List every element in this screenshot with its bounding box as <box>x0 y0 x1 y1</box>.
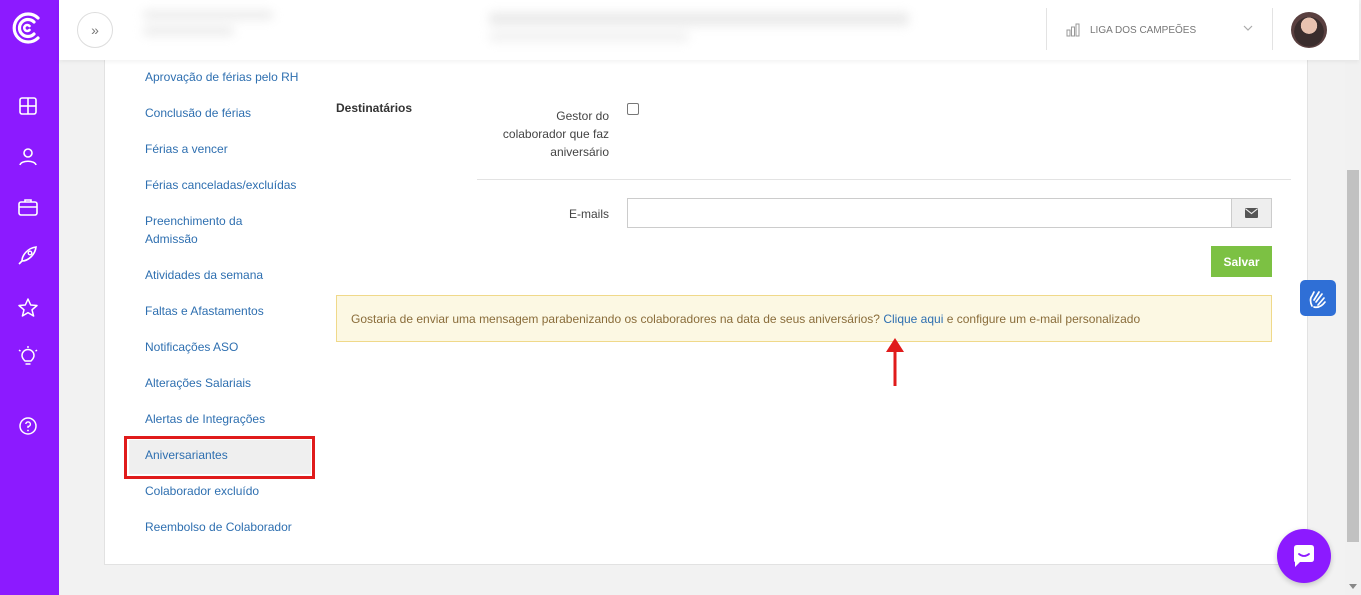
help-icon[interactable] <box>16 414 40 438</box>
expand-sidebar-button[interactable]: » <box>77 12 113 48</box>
save-button[interactable]: Salvar <box>1211 246 1272 277</box>
emails-input[interactable] <box>627 198 1232 228</box>
briefcase-icon[interactable] <box>16 195 40 219</box>
email-addon[interactable] <box>1231 198 1272 228</box>
alert-text-end: e configure um e-mail personalizado <box>943 312 1141 326</box>
menu-item-colaborador-excluido[interactable]: Colaborador excluído <box>145 482 259 500</box>
configure-email-link[interactable]: Clique aqui <box>883 312 943 326</box>
topbar-divider <box>1046 8 1047 50</box>
recipients-section-label: Destinatários <box>336 101 413 115</box>
rocket-icon[interactable] <box>16 243 40 267</box>
company-name: LIGA DOS CAMPEÕES <box>1090 24 1197 36</box>
menu-item-ferias-canceladas[interactable]: Férias canceladas/excluídas <box>145 176 296 194</box>
avatar[interactable] <box>1291 12 1327 48</box>
menu-item-preenchimento-admissao[interactable]: Preenchimento da Admissão <box>145 212 255 248</box>
chat-button[interactable] <box>1277 529 1331 583</box>
manager-checkbox-label: Gestor do colaborador que faz aniversári… <box>502 109 609 159</box>
alert-text: Gostaria de enviar uma mensagem parabeni… <box>351 312 884 326</box>
menu-item-faltas-afastamentos[interactable]: Faltas e Afastamentos <box>145 302 264 320</box>
envelope-icon <box>1245 208 1258 218</box>
left-rail <box>0 0 59 595</box>
menu-item-ferias-a-vencer[interactable]: Férias a vencer <box>145 140 228 158</box>
manager-checkbox[interactable] <box>627 103 639 115</box>
form-divider <box>477 179 1291 180</box>
annotation-arrow-icon <box>886 338 904 386</box>
menu-item-aprovacao-ferias-rh[interactable]: Aprovação de férias pelo RH <box>145 68 298 86</box>
company-selector[interactable]: LIGA DOS CAMPEÕES <box>1066 20 1253 40</box>
scroll-down-icon[interactable] <box>1349 584 1357 589</box>
logo-icon[interactable] <box>10 10 46 46</box>
chat-bubble-icon <box>1294 545 1314 567</box>
blurred-breadcrumb <box>143 10 273 40</box>
accessibility-button[interactable] <box>1300 280 1336 316</box>
annotation-highlight-box <box>124 436 315 479</box>
emails-label: E-mails <box>568 207 609 221</box>
double-chevron-right-icon: » <box>91 22 99 38</box>
scrollbar-thumb[interactable] <box>1347 170 1359 542</box>
user-icon[interactable] <box>16 145 40 169</box>
blurred-page-title <box>489 10 929 46</box>
building-icon <box>1066 23 1080 37</box>
chevron-down-icon <box>1243 25 1253 31</box>
top-bar: » LIGA DOS CAMPEÕES <box>59 0 1359 60</box>
topbar-divider <box>1272 8 1273 50</box>
menu-item-conclusao-ferias[interactable]: Conclusão de férias <box>145 104 251 122</box>
menu-item-notificacoes-aso[interactable]: Notificações ASO <box>145 338 238 356</box>
menu-item-reembolso-colaborador[interactable]: Reembolso de Colaborador <box>145 518 292 536</box>
page-scrollbar[interactable] <box>1345 0 1361 595</box>
menu-item-alteracoes-salariais[interactable]: Alterações Salariais <box>145 374 251 392</box>
dashboard-icon[interactable] <box>16 94 40 118</box>
sign-language-icon <box>1309 291 1326 309</box>
birthday-message-alert: Gostaria de enviar uma mensagem parabeni… <box>336 295 1272 342</box>
lightbulb-icon[interactable] <box>16 345 40 369</box>
star-icon[interactable] <box>16 296 40 320</box>
menu-item-atividades-semana[interactable]: Atividades da semana <box>145 266 263 284</box>
menu-item-alertas-integracoes[interactable]: Alertas de Integrações <box>145 410 265 428</box>
